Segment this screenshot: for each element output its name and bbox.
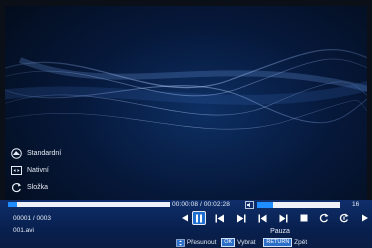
stop-button[interactable] [297,211,311,225]
prev-arrow-button[interactable] [178,211,192,225]
key-hints: Přesunout OK Vybrat RETURN Zpět [176,238,372,248]
ok-key-badge: OK [221,238,236,247]
volume-icon [245,201,254,209]
skip-previous-button[interactable] [255,211,269,225]
pause-icon [196,214,202,222]
next-arrow-button[interactable] [358,211,372,225]
menu-item-standard[interactable]: Standardní [11,145,61,162]
prev-arrow-icon [182,214,188,222]
volume-fill [257,202,274,208]
playback-status: Pauza [270,228,290,235]
transport-controls [178,211,372,225]
volume-value: 16 [352,201,360,208]
screen-frame-left [0,0,5,200]
folder-repeat-icon [12,183,21,193]
repeat-one-button[interactable] [337,211,351,225]
hint-select-label: Vybrat [237,239,256,247]
skip-next-icon [279,214,287,222]
aspect-native-icon [11,166,22,175]
fast-forward-icon [237,214,246,222]
menu-item-label: Nativní [27,167,49,174]
file-name: 001.avi [13,227,34,234]
hint-move-label: Přesunout [186,239,217,247]
progress-bar[interactable] [8,202,170,207]
screen-frame-right [367,0,372,200]
fast-forward-button[interactable] [234,211,248,225]
menu-item-label: Standardní [27,150,62,157]
hint-back-label: Zpět [294,239,308,247]
rewind-button[interactable] [213,211,227,225]
aspect-menu: Standardní Nativní Složka [11,145,61,196]
skip-next-button[interactable] [276,211,290,225]
repeat-icon [319,213,329,223]
repeat-one-icon [339,213,349,223]
pause-button[interactable] [192,211,206,225]
time-display: 00:00:08 / 00:02:28 [172,201,230,208]
navigation-keys-icon [176,238,185,247]
next-arrow-icon [362,214,368,222]
menu-item-folder[interactable]: Složka [11,179,61,196]
file-counter: 00001 / 0003 [13,215,51,222]
skip-previous-icon [258,214,266,222]
screen-frame-top [0,0,372,6]
rewind-icon [215,214,224,222]
repeat-button[interactable] [317,211,331,225]
menu-item-native[interactable]: Nativní [11,162,61,179]
return-key-badge: RETURN [263,238,293,247]
stop-icon [300,214,308,222]
progress-fill [8,202,17,207]
aspect-standard-icon [11,148,22,159]
video-player-screen: Standardní Nativní Složka 00:00:08 / 00:… [0,0,372,248]
menu-item-label: Složka [27,184,49,191]
